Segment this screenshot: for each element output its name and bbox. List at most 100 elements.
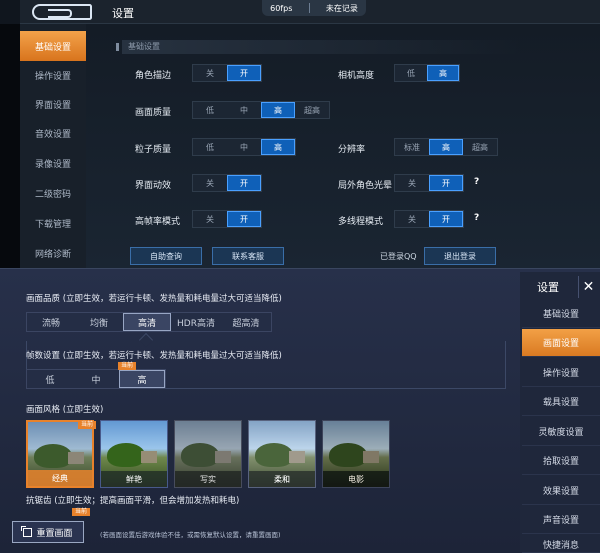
- fps-mid[interactable]: 中: [73, 370, 119, 388]
- left-edge-strip: [0, 24, 20, 268]
- quality-title: 画面品质 (立即生效，若运行卡顿、发热量和耗电量过大可适当降低): [26, 294, 282, 304]
- side-item-quick-message[interactable]: 快捷消息: [522, 535, 600, 553]
- multithread-on[interactable]: 开: [429, 211, 463, 227]
- quality-selector: 流畅 均衡 高清 HDR高清 超高清: [26, 312, 272, 332]
- resolution-ultra[interactable]: 超高: [463, 139, 497, 155]
- house-shape: [141, 451, 157, 463]
- tree-shape: [255, 443, 293, 467]
- high-fps-toggle: 关 开: [192, 210, 262, 228]
- tree-shape: [107, 443, 145, 467]
- side-item-graphics[interactable]: 画面设置: [522, 329, 600, 357]
- sidebar-item-interface[interactable]: 界面设置: [20, 89, 86, 119]
- reset-graphics-button[interactable]: 重置画面: [12, 521, 84, 543]
- role-outline-on[interactable]: 开: [227, 65, 261, 81]
- ui-animation-on[interactable]: 开: [227, 175, 261, 191]
- sidebar-item-network[interactable]: 网络诊断: [20, 238, 86, 268]
- logout-button[interactable]: 退出登录: [424, 247, 496, 265]
- back-button[interactable]: [32, 0, 96, 22]
- particle-quality-high[interactable]: 高: [261, 139, 295, 155]
- ui-animation-off[interactable]: 关: [193, 175, 227, 191]
- outfield-glow-on[interactable]: 开: [429, 175, 463, 191]
- style-thumb-realistic[interactable]: 写实: [174, 420, 242, 488]
- ui-animation-toggle: 关 开: [192, 174, 262, 192]
- quality-ultra-hd[interactable]: 超高清: [221, 313, 271, 331]
- style-title: 画面风格 (立即生效): [26, 405, 104, 415]
- graphics-quality-label: 画面质量: [135, 108, 172, 118]
- resolution-high[interactable]: 高: [429, 139, 463, 155]
- house-shape: [68, 452, 84, 464]
- style-thumb-cinema[interactable]: 电影: [322, 420, 390, 488]
- style-label-classic: 经典: [28, 470, 92, 486]
- fps-readout: 60fps: [270, 3, 293, 13]
- side-item-vehicle[interactable]: 载具设置: [522, 388, 600, 416]
- style-label-realistic: 写实: [175, 471, 241, 487]
- status-pill: 60fps 未在记录: [262, 0, 366, 16]
- graphics-quality-ultra[interactable]: 超高: [295, 102, 329, 118]
- quality-hd[interactable]: 高清: [123, 313, 171, 331]
- reset-note: (若画面设置后游戏体验不佳，或需恢复默认设置，请重置画面): [100, 531, 281, 539]
- tree-shape: [329, 443, 367, 467]
- side-item-sound[interactable]: 声音设置: [522, 506, 600, 534]
- close-icon[interactable]: ✕: [578, 276, 598, 298]
- sidebar-item-download[interactable]: 下载管理: [20, 208, 86, 238]
- camera-height-low[interactable]: 低: [395, 65, 427, 81]
- role-outline-toggle: 关 开: [192, 64, 262, 82]
- contact-support-button[interactable]: 联系客服: [212, 247, 284, 265]
- sidebar-item-password[interactable]: 二级密码: [20, 178, 86, 208]
- multithread-toggle: 关 开: [394, 210, 464, 228]
- particle-quality-selector: 低 中 高: [192, 138, 296, 156]
- high-fps-label: 高帧率模式: [135, 217, 181, 227]
- camera-height-toggle: 低 高: [394, 64, 460, 82]
- side-item-sensitivity[interactable]: 灵敏度设置: [522, 418, 600, 446]
- fps-title: 帧数设置 (立即生效，若运行卡顿、发热量和耗电量过大可适当降低): [26, 351, 282, 361]
- side-item-pickup[interactable]: 拾取设置: [522, 447, 600, 475]
- style-label-soft: 柔和: [249, 471, 315, 487]
- graphics-quality-high[interactable]: 高: [261, 102, 295, 118]
- camera-height-high[interactable]: 高: [427, 65, 459, 81]
- quality-balanced[interactable]: 均衡: [75, 313, 123, 331]
- side-item-basic[interactable]: 基础设置: [522, 300, 600, 328]
- reset-label: 重置画面: [36, 528, 73, 539]
- multithread-help-icon[interactable]: ?: [474, 213, 479, 223]
- quality-smooth[interactable]: 流畅: [27, 313, 75, 331]
- sidebar-item-recording[interactable]: 录像设置: [20, 148, 86, 178]
- resolution-selector: 标准 高 超高: [394, 138, 498, 156]
- fps-high[interactable]: 高: [119, 370, 165, 388]
- multithread-label: 多线程模式: [338, 217, 384, 227]
- outfield-glow-toggle: 关 开: [394, 174, 464, 192]
- side-item-effects[interactable]: 效果设置: [522, 477, 600, 505]
- section-header: 基础设置: [116, 40, 522, 54]
- fps-low[interactable]: 低: [27, 370, 73, 388]
- sidebar-item-basic[interactable]: 基础设置: [20, 31, 86, 61]
- house-shape: [215, 451, 231, 463]
- outfield-glow-label: 局外角色光晕: [338, 181, 393, 191]
- outfield-glow-off[interactable]: 关: [395, 175, 429, 191]
- self-help-button[interactable]: 自助查询: [130, 247, 202, 265]
- style-thumb-classic[interactable]: 经典: [26, 420, 94, 488]
- house-shape: [289, 451, 305, 463]
- particle-quality-mid[interactable]: 中: [227, 139, 261, 155]
- login-status: 已登录QQ: [380, 252, 417, 261]
- high-fps-on[interactable]: 开: [227, 211, 261, 227]
- high-fps-off[interactable]: 关: [193, 211, 227, 227]
- resolution-label: 分辨率: [338, 145, 366, 155]
- graphics-quality-mid[interactable]: 中: [227, 102, 261, 118]
- graphics-quality-low[interactable]: 低: [193, 102, 227, 118]
- quality-hdr[interactable]: HDR高清: [171, 313, 221, 331]
- record-status: 未在记录: [325, 3, 358, 13]
- side-item-controls[interactable]: 操作设置: [522, 359, 600, 387]
- role-outline-off[interactable]: 关: [193, 65, 227, 81]
- style-thumb-soft[interactable]: 柔和: [248, 420, 316, 488]
- outfield-glow-help-icon[interactable]: ?: [474, 177, 479, 187]
- fps-current-badge: 当前: [118, 362, 137, 370]
- multithread-off[interactable]: 关: [395, 211, 429, 227]
- page-title: 设置: [112, 7, 134, 20]
- sidebar-item-controls[interactable]: 操作设置: [20, 60, 86, 90]
- style-current-badge: 当前: [78, 421, 97, 429]
- style-thumb-vivid[interactable]: 鲜艳: [100, 420, 168, 488]
- resolution-standard[interactable]: 标准: [395, 139, 429, 155]
- role-outline-label: 角色描边: [135, 71, 172, 81]
- particle-quality-low[interactable]: 低: [193, 139, 227, 155]
- style-label-vivid: 鲜艳: [101, 471, 167, 487]
- sidebar-item-sound[interactable]: 音效设置: [20, 118, 86, 148]
